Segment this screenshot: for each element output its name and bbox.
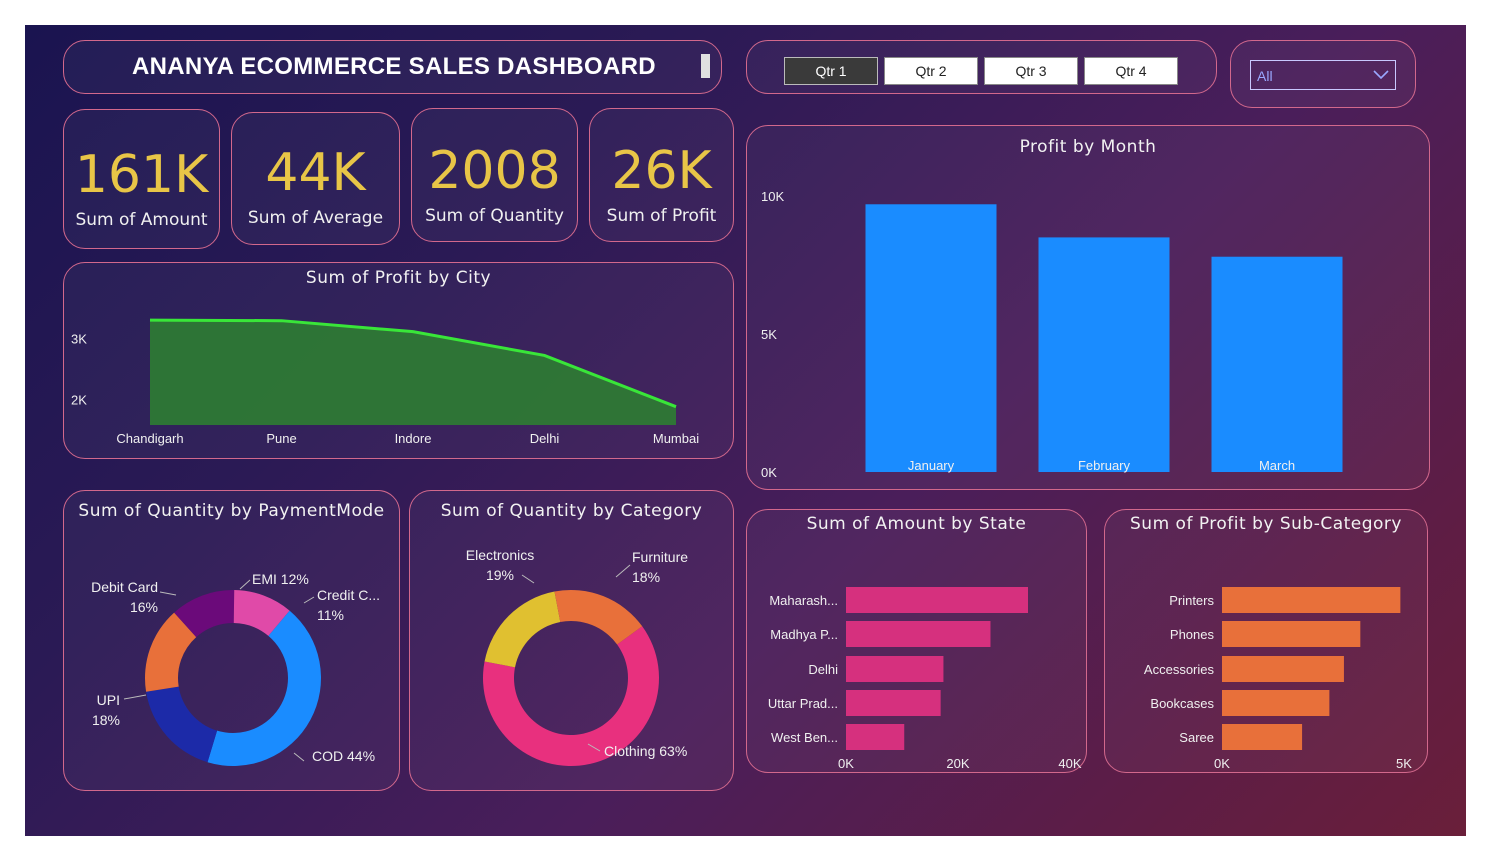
- donut-slice: [207, 610, 322, 766]
- qtr2-button[interactable]: Qtr 2: [884, 57, 978, 85]
- hbar: [1222, 587, 1401, 613]
- y-tick-label: 0K: [761, 465, 777, 480]
- dashboard-title: ANANYA ECOMMERCE SALES DASHBOARD: [132, 53, 656, 80]
- donut-slice: [146, 686, 218, 763]
- donut-label: Clothing 63%: [604, 743, 687, 759]
- hbar: [1222, 621, 1361, 647]
- y-tick-label: Madhya P...: [770, 627, 838, 642]
- filter-selected-value: All: [1257, 68, 1273, 84]
- kpi-quantity-value: 2008: [428, 141, 561, 201]
- leader-line: [521, 574, 535, 584]
- kpi-card-quantity: 2008 Sum of Quantity: [411, 108, 578, 242]
- x-tick-label: Chandigarh: [116, 431, 183, 446]
- filter-dropdown[interactable]: All: [1250, 60, 1396, 90]
- kpi-profit-value: 26K: [611, 141, 712, 201]
- x-tick-label: 40K: [1058, 756, 1081, 771]
- kpi-amount-value: 161K: [74, 145, 209, 205]
- profit-by-month-card: Profit by Month 10K 5K 0K January February Ma…: [746, 125, 1430, 490]
- profit-by-city-chart: 3K 2K Chandigarh Pune Indore Delhi Mumbai: [71, 318, 699, 446]
- y-tick-label: Delhi: [808, 662, 838, 677]
- x-tick-label: 0K: [838, 756, 854, 771]
- profit-area: [150, 320, 676, 425]
- dashboard-canvas: ANANYA ECOMMERCE SALES DASHBOARD Qtr 1 Q…: [25, 25, 1466, 836]
- leader-line: [239, 579, 251, 590]
- donut-label: Electronics 19%: [466, 547, 534, 583]
- kpi-average-value: 44K: [265, 143, 366, 203]
- profit-by-city-card: Sum of Profit by City 3K 2K Chandigarh Pune…: [63, 262, 734, 459]
- donut-label: UPI 18%: [92, 692, 120, 728]
- hbar: [846, 587, 1028, 613]
- x-tick-label: February: [1078, 458, 1131, 473]
- donut-label: Debit Card 16%: [91, 579, 158, 615]
- hbar: [846, 724, 905, 750]
- hbar: [1222, 724, 1303, 750]
- amount-by-state-chart: Maharash... Madhya P... Delhi Uttar Prad...…: [768, 587, 1082, 771]
- x-tick-label: Delhi: [530, 431, 560, 446]
- hbar: [846, 656, 944, 682]
- x-tick-label: 20K: [946, 756, 969, 771]
- amount-by-state-card: Sum of Amount by State Maharash... Madhya…: [746, 509, 1087, 773]
- y-tick-label: Maharash...: [769, 593, 838, 608]
- paymentmode-card: Sum of Quantity by PaymentMode COD 44% UP…: [63, 490, 400, 791]
- x-tick-label: Mumbai: [653, 431, 699, 446]
- category-donut: Clothing 63% Electronics 19% Furniture 18%: [466, 547, 688, 766]
- leader-line: [615, 564, 631, 578]
- kpi-card-profit: 26K Sum of Profit: [589, 108, 734, 242]
- donut-slice: [484, 591, 561, 668]
- y-tick-label: 2K: [71, 393, 87, 408]
- profit-by-subcategory-chart: Printers Phones Accessories Bookcases Saree0…: [1144, 587, 1412, 771]
- x-tick-label: 5K: [1396, 756, 1412, 771]
- y-tick-label: Printers: [1169, 593, 1214, 608]
- leader-line: [293, 752, 305, 762]
- y-tick-label: 5K: [761, 327, 777, 342]
- qtr1-button[interactable]: Qtr 1: [784, 57, 878, 85]
- donut-label: Credit C... 11%: [317, 587, 380, 623]
- y-tick-label: Uttar Prad...: [768, 696, 838, 711]
- chevron-down-icon: [1373, 70, 1389, 80]
- kpi-amount-label: Sum of Amount: [75, 210, 208, 230]
- hbar: [846, 621, 991, 647]
- kpi-card-amount: 161K Sum of Amount: [63, 109, 220, 249]
- month-bar: [1211, 256, 1343, 472]
- y-tick-label: 3K: [71, 332, 87, 347]
- profit-by-month-chart: 10K 5K 0K January February March: [761, 189, 1343, 480]
- month-bar: [1038, 237, 1170, 472]
- kpi-average-label: Sum of Average: [247, 208, 384, 228]
- x-tick-label: 0K: [1214, 756, 1230, 771]
- x-tick-label: Indore: [395, 431, 432, 446]
- x-tick-label: March: [1259, 458, 1295, 473]
- y-tick-label: West Ben...: [771, 730, 838, 745]
- kpi-card-average: 44K Sum of Average: [231, 112, 400, 245]
- y-tick-label: Saree: [1179, 730, 1214, 745]
- donut-label: COD 44%: [312, 748, 375, 764]
- month-bar: [865, 204, 997, 472]
- category-card: Sum of Quantity by Category Clothing 63%…: [409, 490, 734, 791]
- kpi-quantity-label: Sum of Quantity: [425, 206, 564, 226]
- hbar: [846, 690, 941, 716]
- leader-line: [159, 591, 177, 596]
- x-tick-label: January: [908, 458, 955, 473]
- profit-by-subcategory-card: Sum of Profit by Sub-Category Printers Ph…: [1104, 509, 1428, 773]
- donut-label: Furniture 18%: [632, 549, 688, 585]
- filter-card: All: [1230, 40, 1416, 108]
- leader-line: [123, 694, 147, 700]
- y-tick-label: Phones: [1170, 627, 1215, 642]
- y-tick-label: Bookcases: [1150, 696, 1214, 711]
- x-tick-label: Pune: [266, 431, 296, 446]
- hbar: [1222, 656, 1344, 682]
- y-tick-label: 10K: [761, 189, 784, 204]
- y-tick-label: Accessories: [1144, 662, 1215, 677]
- hbar: [1222, 690, 1330, 716]
- scroll-handle[interactable]: [701, 54, 710, 78]
- kpi-profit-label: Sum of Profit: [606, 206, 717, 226]
- qtr3-button[interactable]: Qtr 3: [984, 57, 1078, 85]
- donut-label: EMI 12%: [252, 571, 309, 587]
- qtr4-button[interactable]: Qtr 4: [1084, 57, 1178, 85]
- title-card: ANANYA ECOMMERCE SALES DASHBOARD: [63, 40, 722, 94]
- leader-line: [303, 596, 315, 604]
- paymentmode-donut: COD 44% UPI 18% Debit Card 16% EMI 12% Credit …: [91, 571, 380, 766]
